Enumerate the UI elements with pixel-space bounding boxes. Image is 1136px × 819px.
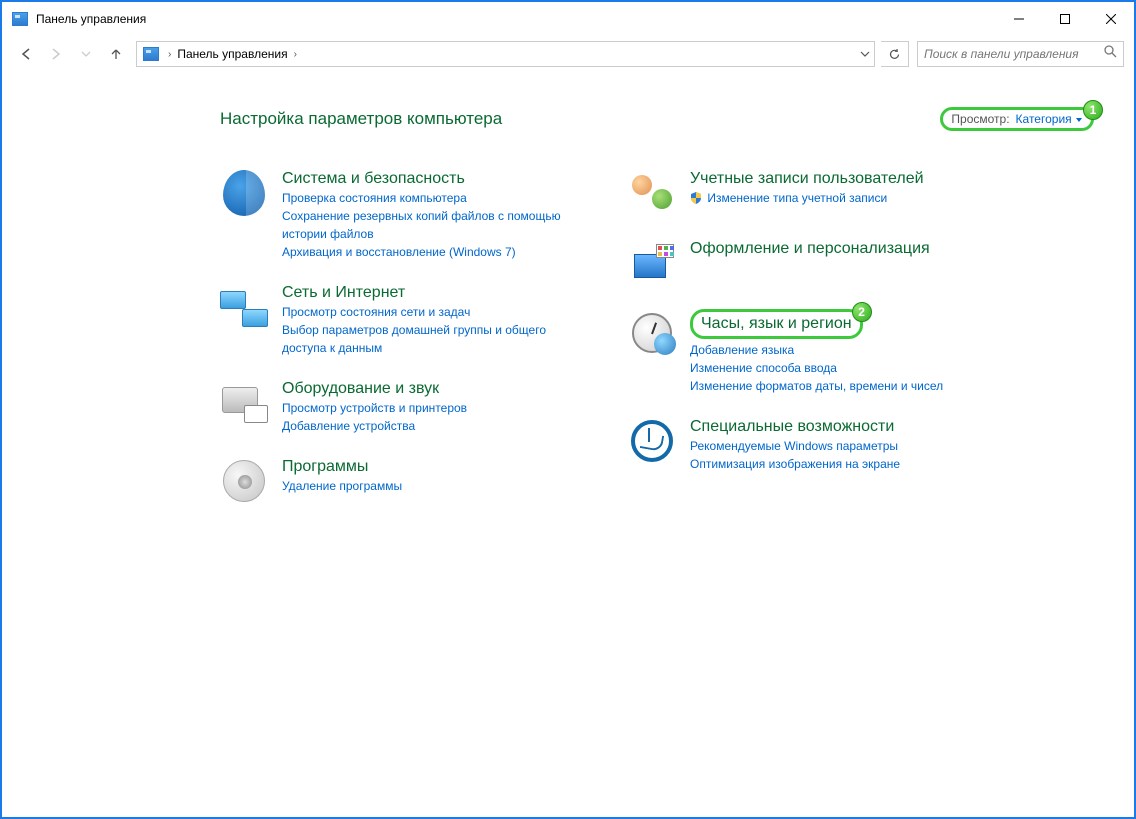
category-personalization: Оформление и персонализация: [628, 239, 978, 287]
close-button[interactable]: [1088, 3, 1134, 35]
category-link-programs[interactable]: Программы: [282, 458, 368, 475]
uac-shield-icon: [690, 191, 702, 203]
task-link[interactable]: Изменение способа ввода: [690, 359, 978, 377]
address-dropdown[interactable]: [856, 49, 874, 59]
category-column-left: Система и безопасность Проверка состояни…: [220, 169, 570, 527]
page-title: Настройка параметров компьютера: [220, 109, 502, 129]
task-link[interactable]: Проверка состояния компьютера: [282, 189, 570, 207]
task-link[interactable]: Сохранение резервных копий файлов с помо…: [282, 207, 570, 243]
category-clock-language: Часы, язык и регион 2 Добавление языка И…: [628, 309, 978, 395]
category-user-accounts: Учетные записи пользователей Изменение т…: [628, 169, 978, 217]
shield-icon: [220, 169, 268, 217]
search-icon: [1104, 45, 1117, 63]
ease-of-access-icon: [628, 417, 676, 465]
category-programs: Программы Удаление программы: [220, 457, 570, 505]
category-link-clock-language[interactable]: Часы, язык и регион: [701, 314, 852, 334]
category-system-security: Система и безопасность Проверка состояни…: [220, 169, 570, 261]
clock-region-icon: [628, 309, 676, 357]
category-network: Сеть и Интернет Просмотр состояния сети …: [220, 283, 570, 357]
category-link-personalization[interactable]: Оформление и персонализация: [690, 240, 930, 257]
annotation-badge-1: 1: [1083, 100, 1103, 120]
task-link[interactable]: Рекомендуемые Windows параметры: [690, 437, 978, 455]
navigation-toolbar: › Панель управления ›: [2, 36, 1134, 72]
task-link[interactable]: Удаление программы: [282, 477, 570, 495]
title-bar: Панель управления: [2, 2, 1134, 36]
recent-dropdown[interactable]: [72, 40, 100, 68]
window-title: Панель управления: [36, 12, 146, 26]
minimize-button[interactable]: [996, 3, 1042, 35]
task-link[interactable]: Выбор параметров домашней группы и общег…: [282, 321, 570, 357]
back-button[interactable]: [12, 40, 40, 68]
breadcrumb[interactable]: Панель управления: [174, 47, 290, 61]
task-link[interactable]: Изменение форматов даты, времени и чисел: [690, 377, 978, 395]
task-link[interactable]: Оптимизация изображения на экране: [690, 455, 978, 473]
users-icon: [628, 169, 676, 217]
hardware-icon: [220, 379, 268, 427]
search-box[interactable]: [917, 41, 1124, 67]
control-panel-icon: [143, 47, 159, 61]
content-area: Настройка параметров компьютера Просмотр…: [220, 107, 1094, 527]
chevron-right-icon[interactable]: ›: [165, 49, 174, 60]
task-link[interactable]: Изменение типа учетной записи: [690, 189, 978, 207]
category-column-right: Учетные записи пользователей Изменение т…: [628, 169, 978, 527]
category-link-user-accounts[interactable]: Учетные записи пользователей: [690, 170, 924, 187]
programs-icon: [220, 457, 268, 505]
view-by-label: Просмотр:: [951, 112, 1009, 126]
category-link-network[interactable]: Сеть и Интернет: [282, 284, 405, 301]
task-link[interactable]: Архивация и восстановление (Windows 7): [282, 243, 570, 261]
task-link[interactable]: Просмотр состояния сети и задач: [282, 303, 570, 321]
forward-button[interactable]: [42, 40, 70, 68]
network-icon: [220, 283, 268, 331]
category-hardware: Оборудование и звук Просмотр устройств и…: [220, 379, 570, 435]
maximize-button[interactable]: [1042, 3, 1088, 35]
category-ease-of-access: Специальные возможности Рекомендуемые Wi…: [628, 417, 978, 473]
control-panel-icon: [12, 12, 28, 26]
category-link-ease-of-access[interactable]: Специальные возможности: [690, 418, 894, 435]
task-link[interactable]: Добавление языка: [690, 341, 978, 359]
chevron-right-icon[interactable]: ›: [291, 49, 300, 60]
view-by-dropdown[interactable]: Категория: [1016, 112, 1083, 126]
task-link[interactable]: Просмотр устройств и принтеров: [282, 399, 570, 417]
refresh-button[interactable]: [881, 41, 909, 67]
search-input[interactable]: [924, 47, 1099, 61]
annotation-badge-2: 2: [852, 302, 872, 322]
address-bar[interactable]: › Панель управления ›: [136, 41, 875, 67]
annotation-clock-language: Часы, язык и регион 2: [690, 309, 863, 339]
up-button[interactable]: [102, 40, 130, 68]
personalization-icon: [628, 239, 676, 287]
category-link-system-security[interactable]: Система и безопасность: [282, 170, 465, 187]
task-link[interactable]: Добавление устройства: [282, 417, 570, 435]
annotation-view-by: Просмотр: Категория 1: [940, 107, 1094, 131]
category-link-hardware[interactable]: Оборудование и звук: [282, 380, 439, 397]
